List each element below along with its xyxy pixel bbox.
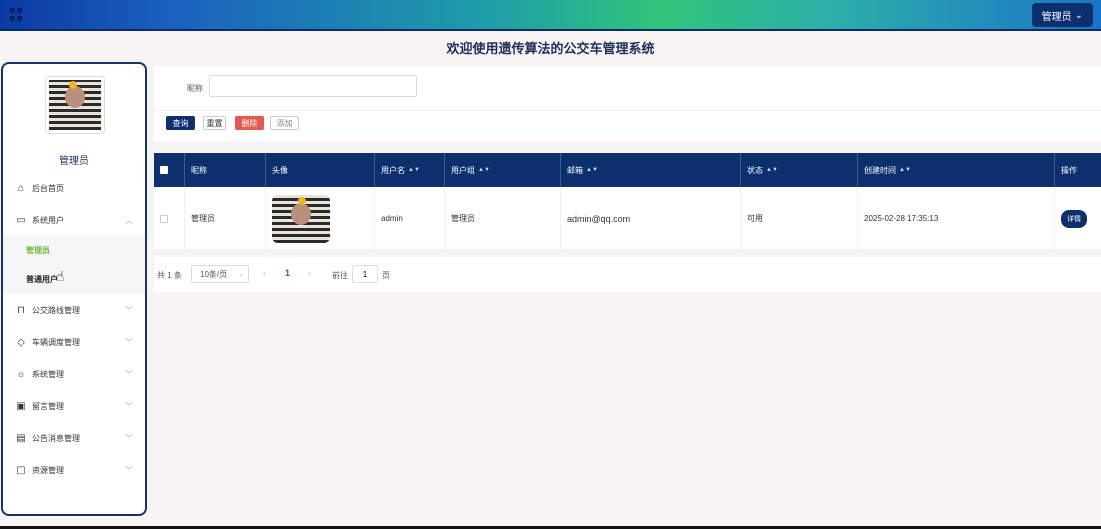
add-button[interactable]: 添加 [270,116,299,130]
header-label: 邮箱 [567,165,583,175]
chevron-down-icon: ﹀ [125,369,133,379]
header-label: 用户名 [381,165,405,175]
goto-page-input[interactable] [352,265,378,283]
page-size-select[interactable]: 10条/页 ⌄ [191,265,249,283]
header-label: 状态 [747,165,763,175]
sidebar-item-resources[interactable]: ▢ 资源管理 ﹀ [3,454,145,486]
header-created[interactable]: 创建时间 ▲▼ [858,153,1055,187]
clipboard-icon: ▤ [16,432,26,444]
cell-email: admin@qq.com [561,187,741,250]
bookmark-icon: ⊓ [17,304,25,316]
reset-button[interactable]: 重置 [203,116,226,130]
sidebar: 管理员 ⌂ 后台首页 ▭ 系统用户 ︿ 管理员 普通用户 ⊓ 公交路线管理 ﹀ … [1,62,147,516]
row-checkbox-cell [154,187,185,250]
header-nickname: 昵称 [185,153,266,187]
query-button[interactable]: 查询 [166,116,195,130]
header-actions: 操作 [1061,165,1077,175]
sidebar-subitem-normal-user[interactable]: 普通用户 [3,265,145,294]
sun-icon: ☼ [16,368,26,380]
sidebar-item-home[interactable]: ⌂ 后台首页 [3,172,145,204]
header-label: 创建时间 [864,165,896,175]
cell-group: 管理员 [445,187,561,250]
sidebar-item-system-management[interactable]: ☼ 系统管理 ﹀ [3,358,145,390]
chevron-down-icon: ⌄ [238,271,244,278]
table-row: 管理员 admin 管理员 admin@qq.com 可用 2025-02-28… [154,187,1101,250]
sort-icon[interactable]: ▲▼ [766,167,778,173]
chevron-down-icon: ﹀ [125,465,133,475]
sidebar-item-label: 后台首页 [32,183,64,193]
sidebar-item-vehicle-dispatch[interactable]: ◇ 车辆调度管理 ﹀ [3,326,145,358]
message-icon: ▢ [16,464,26,476]
sort-icon[interactable]: ▲▼ [899,167,911,173]
admin-label: 管理员 [1041,11,1072,23]
sort-icon[interactable]: ▲▼ [586,167,598,173]
home-icon: ⌂ [17,182,25,194]
chevron-up-icon: ︿ [125,215,133,225]
chevron-down-icon: ﹀ [125,305,133,315]
nickname-label: 昵称 [187,84,203,93]
admin-dropdown-button[interactable]: 管理员 ⌄ [1031,3,1093,27]
pagination-total: 共 1 条 [157,271,182,280]
sidebar-subitem-admin[interactable]: 管理员 [3,236,145,265]
sidebar-menu: ⌂ 后台首页 ▭ 系统用户 ︿ 管理员 普通用户 ⊓ 公交路线管理 ﹀ ◇ 车辆… [3,172,145,486]
user-avatar [272,194,330,243]
menu-grid-icon[interactable] [10,8,23,21]
cell-username: admin [375,187,445,250]
sidebar-item-label: 资源管理 [32,465,64,475]
header-group[interactable]: 用户组 ▲▼ [445,153,561,187]
top-bar: 管理员 ⌄ [0,0,1101,31]
sidebar-user-name: 管理员 [59,156,89,167]
header-label: 用户组 [451,165,475,175]
sidebar-item-label: 留言管理 [32,401,64,411]
cell-nickname: 管理员 [185,187,266,250]
header-email[interactable]: 邮箱 ▲▼ [561,153,741,187]
select-all-cell [154,153,185,187]
mouse-cursor-icon: ☝ [56,268,65,284]
users-table: 昵称 头像 用户名 ▲▼ 用户组 ▲▼ 邮箱 ▲▼ 状态 ▲▼ 创建时间 ▲▼ 操作 管理… [154,153,1101,250]
inbox-icon: ▣ [16,400,26,412]
cell-created: 2025-02-28 17:35:13 [858,187,1055,250]
header-status[interactable]: 状态 ▲▼ [741,153,858,187]
delete-button[interactable]: 删除 [235,116,264,130]
goto-label: 前往 [332,271,348,280]
next-page-button[interactable]: › [308,268,311,278]
sort-icon[interactable]: ▲▼ [478,167,490,173]
sidebar-item-label: 系统用户 [32,215,64,225]
select-all-checkbox[interactable] [160,166,168,174]
sidebar-item-system-users[interactable]: ▭ 系统用户 ︿ [3,204,145,236]
chevron-down-icon: ﹀ [125,401,133,411]
monitor-icon: ▭ [16,214,26,226]
sidebar-item-bus-routes[interactable]: ⊓ 公交路线管理 ﹀ [3,294,145,326]
sidebar-item-label: 公告消息管理 [32,433,80,443]
sidebar-item-announcements[interactable]: ▤ 公告消息管理 ﹀ [3,422,145,454]
detail-button[interactable]: 详情 [1061,209,1087,228]
cell-avatar [266,187,375,250]
sidebar-item-label: 车辆调度管理 [32,337,80,347]
table-header: 昵称 头像 用户名 ▲▼ 用户组 ▲▼ 邮箱 ▲▼ 状态 ▲▼ 创建时间 ▲▼ 操作 [154,153,1101,187]
sort-icon[interactable]: ▲▼ [408,167,420,173]
chevron-down-icon: ﹀ [125,433,133,443]
cell-status: 可用 [741,187,858,250]
nickname-search-input[interactable] [209,75,417,97]
header-username[interactable]: 用户名 ▲▼ [375,153,445,187]
sidebar-item-label: 公交路线管理 [32,305,80,315]
chevron-down-icon: ⌄ [1074,9,1083,21]
page-number-current[interactable]: 1 [285,268,290,278]
sidebar-item-label: 系统管理 [32,369,64,379]
avatar-image [49,80,101,130]
sidebar-item-messages[interactable]: ▣ 留言管理 ﹀ [3,390,145,422]
chevron-down-icon: ﹀ [125,337,133,347]
search-panel: 昵称 查询 重置 删除 添加 [154,66,1101,141]
header-avatar: 头像 [266,153,375,187]
divider [154,110,1101,111]
page-suffix-label: 页 [382,271,390,280]
pagination: 共 1 条 10条/页 ⌄ ‹ 1 › 前往 页 [154,257,1101,292]
cell-actions: 详情 [1055,187,1101,250]
page-title: 欢迎使用遗传算法的公交车管理系统 [446,41,655,56]
page-size-value: 10条/页 [200,269,228,279]
sidebar-avatar [45,76,105,134]
tag-icon: ◇ [17,336,25,348]
row-checkbox[interactable] [160,214,168,223]
prev-page-button[interactable]: ‹ [263,268,266,278]
